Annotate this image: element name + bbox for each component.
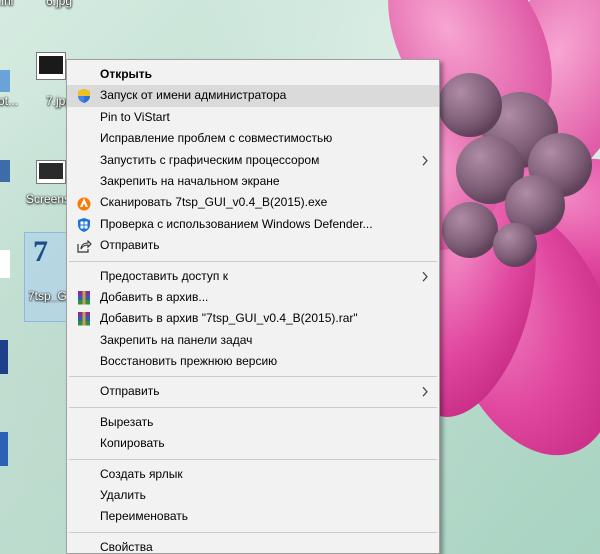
app-icon[interactable] bbox=[0, 340, 8, 374]
menu-item-label: Добавить в архив "7tsp_GUI_v0.4_B(2015).… bbox=[100, 311, 358, 326]
menu-item-label: Pin to ViStart bbox=[100, 109, 170, 124]
menu-separator bbox=[69, 376, 437, 378]
chevron-right-icon bbox=[422, 387, 428, 398]
menu-item-open[interactable]: Открыть bbox=[67, 64, 439, 85]
chevron-right-icon bbox=[422, 155, 428, 166]
app-icon[interactable] bbox=[0, 250, 10, 278]
menu-item-label: Открыть bbox=[100, 67, 153, 81]
desktop-icon-ini[interactable]: .ini bbox=[0, 0, 20, 10]
menu-separator bbox=[69, 531, 437, 533]
menu-separator bbox=[69, 406, 437, 408]
menu-item-label: Исправление проблем с совместимостью bbox=[100, 131, 333, 146]
menu-item-copy[interactable]: Копировать bbox=[67, 433, 439, 454]
menu-item-pin-to-start[interactable]: Закрепить на начальном экране bbox=[67, 171, 439, 192]
menu-item-pin-to-vistart[interactable]: Pin to ViStart bbox=[67, 107, 439, 128]
menu-separator bbox=[69, 260, 437, 262]
app-icon[interactable] bbox=[0, 70, 10, 92]
menu-item-label: Проверка с использованием Windows Defend… bbox=[100, 216, 373, 231]
app-icon[interactable] bbox=[0, 432, 8, 466]
menu-item-label: Предоставить доступ к bbox=[100, 268, 228, 283]
menu-item-send-to[interactable]: Отправить bbox=[67, 381, 439, 402]
menu-item-add-to-archive[interactable]: Добавить в архив... bbox=[67, 287, 439, 308]
menu-item-cut[interactable]: Вырезать bbox=[67, 412, 439, 433]
menu-item-label: Сканировать 7tsp_GUI_v0.4_B(2015).exe bbox=[100, 195, 328, 210]
menu-item-label: Отправить bbox=[100, 238, 160, 253]
menu-item-scan-avast[interactable]: Сканировать 7tsp_GUI_v0.4_B(2015).exe bbox=[67, 192, 439, 213]
menu-item-scan-defender[interactable]: Проверка с использованием Windows Defend… bbox=[67, 214, 439, 235]
menu-item-delete[interactable]: Удалить bbox=[67, 485, 439, 506]
uac-shield-icon bbox=[78, 89, 90, 104]
menu-item-create-shortcut[interactable]: Создать ярлык bbox=[67, 464, 439, 485]
desktop-icon-label: 6.jpg bbox=[46, 0, 73, 8]
menu-item-restore-previous-version[interactable]: Восстановить прежнюю версию bbox=[67, 351, 439, 372]
menu-item-label: Переименовать bbox=[100, 509, 188, 524]
desktop-icon-label: Screens bbox=[26, 192, 71, 206]
menu-item-label: Вырезать bbox=[100, 414, 154, 429]
menu-item-label: Создать ярлык bbox=[100, 466, 183, 481]
menu-item-label: Отправить bbox=[100, 384, 160, 399]
menu-item-label: Запустить с графическим процессором bbox=[100, 152, 320, 167]
menu-separator bbox=[69, 458, 437, 460]
menu-item-label: Закрепить на панели задач bbox=[100, 332, 253, 347]
7tsp-app-icon[interactable]: 7 bbox=[24, 232, 68, 322]
context-menu: Открыть Запуск от имени администратора P… bbox=[66, 59, 440, 554]
winrar-icon bbox=[78, 290, 90, 305]
menu-item-label: Закрепить на начальном экране bbox=[100, 173, 280, 188]
screenshot-file-icon[interactable] bbox=[36, 160, 66, 186]
menu-item-label: Удалить bbox=[100, 488, 146, 503]
menu-item-give-access[interactable]: Предоставить доступ к bbox=[67, 266, 439, 287]
menu-item-properties[interactable]: Свойства bbox=[67, 537, 439, 554]
menu-item-label: Запуск от имени администратора bbox=[100, 88, 287, 103]
menu-item-label: Добавить в архив... bbox=[100, 289, 209, 304]
menu-item-add-to-rar[interactable]: Добавить в архив "7tsp_GUI_v0.4_B(2015).… bbox=[67, 308, 439, 329]
chevron-right-icon bbox=[422, 271, 428, 282]
windows-defender-icon bbox=[78, 217, 90, 232]
menu-item-label: Восстановить прежнюю версию bbox=[100, 354, 278, 369]
menu-item-label: Копировать bbox=[100, 436, 165, 451]
menu-item-run-with-gpu[interactable]: Запустить с графическим процессором bbox=[67, 150, 439, 171]
menu-item-troubleshoot-compatibility[interactable]: Исправление проблем с совместимостью bbox=[67, 128, 439, 149]
desktop-icon-6jpg[interactable]: 6.jpg bbox=[38, 0, 78, 10]
image-file-icon[interactable] bbox=[36, 52, 66, 84]
menu-item-run-as-admin[interactable]: Запуск от имени администратора bbox=[67, 85, 439, 107]
menu-item-share[interactable]: Отправить bbox=[67, 235, 439, 256]
menu-item-pin-to-taskbar[interactable]: Закрепить на панели задач bbox=[67, 330, 439, 351]
menu-item-label: Свойства bbox=[100, 539, 153, 554]
winrar-icon bbox=[78, 312, 90, 326]
menu-item-rename[interactable]: Переименовать bbox=[67, 506, 439, 527]
desktop-icon-label: .ini bbox=[0, 0, 14, 8]
desktop-icon-label: ot... bbox=[0, 94, 19, 108]
app-icon[interactable] bbox=[0, 160, 10, 182]
desktop-icon-label: 7tsp_GUI_v0.4_B(2015) bbox=[28, 290, 66, 303]
share-icon bbox=[77, 239, 92, 253]
avast-icon bbox=[77, 197, 91, 211]
